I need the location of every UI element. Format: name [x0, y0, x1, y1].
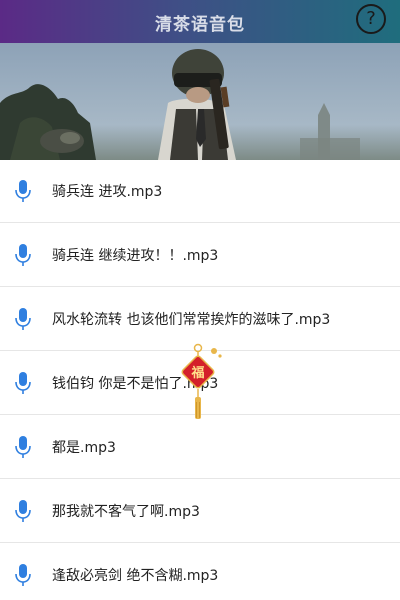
- list-item[interactable]: 都是.mp3: [0, 415, 400, 479]
- banner-image: [0, 43, 400, 160]
- fu-text: 福: [190, 365, 204, 381]
- audio-file-name: 那我就不客气了啊.mp3: [52, 503, 200, 520]
- microphone-icon: [15, 563, 31, 586]
- microphone-icon: [15, 435, 31, 458]
- audio-file-name: 骑兵连 继续进攻！！.mp3: [52, 247, 219, 264]
- microphone-icon: [15, 243, 31, 266]
- help-icon[interactable]: ?: [356, 4, 386, 34]
- app-screen: 清茶语音包 ? 骑兵连 进攻.mp3 骑兵连 继续进攻！！.mp3 风水轮流转 …: [0, 0, 400, 600]
- list-item[interactable]: 逢敌必亮剑 绝不含糊.mp3: [0, 543, 400, 600]
- list-item[interactable]: 骑兵连 进攻.mp3: [0, 160, 400, 223]
- audio-file-name: 风水轮流转 也该他们常常挨炸的滋味了.mp3: [52, 311, 331, 328]
- microphone-icon: [15, 499, 31, 522]
- microphone-icon: [15, 307, 31, 330]
- audio-file-name: 骑兵连 进攻.mp3: [52, 184, 163, 200]
- top-bar: 清茶语音包 ?: [0, 0, 400, 43]
- list-item[interactable]: 那我就不客气了啊.mp3: [0, 479, 400, 543]
- microphone-icon: [15, 180, 31, 202]
- microphone-icon: [15, 371, 31, 394]
- list-item[interactable]: 骑兵连 继续进攻！！.mp3: [0, 223, 400, 287]
- audio-file-name: 逢敌必亮剑 绝不含糊.mp3: [52, 567, 219, 584]
- page-title: 清茶语音包: [155, 15, 245, 35]
- banner-illustration: [0, 43, 400, 160]
- fu-ornament[interactable]: 福: [178, 342, 228, 424]
- audio-file-name: 都是.mp3: [52, 439, 116, 456]
